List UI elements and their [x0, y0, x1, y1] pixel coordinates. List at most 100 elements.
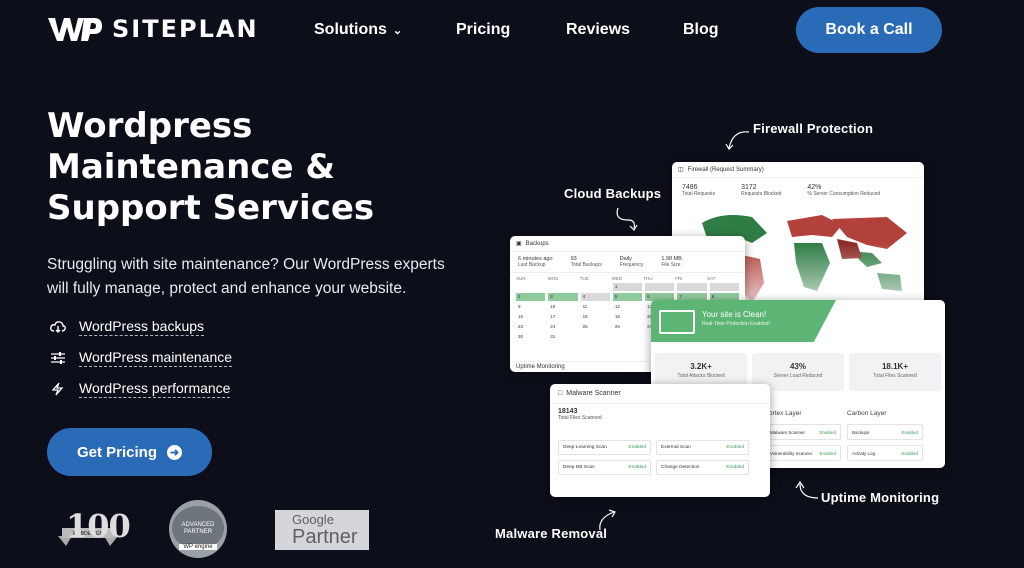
wpengine-partner-badge: ADVANCED PARTNER WP engine: [166, 500, 230, 558]
feature-backups: WordPress backups: [50, 318, 205, 336]
callout-firewall: Firewall Protection: [753, 121, 874, 136]
arrow-curve-icon: [599, 509, 616, 531]
calendar-day: 11: [582, 304, 588, 309]
stat-label: Requests Blocked: [741, 191, 782, 197]
calendar-day: [581, 333, 610, 341]
nav-blog[interactable]: Blog: [683, 21, 719, 39]
calendar-day: 24: [550, 324, 556, 329]
callout-malware: Malware Removal: [495, 526, 608, 541]
stat-value: 18.1K+: [881, 362, 909, 371]
scan-item-label: External Scan: [661, 445, 691, 450]
top-nav: SITEPLAN Solutions ⌄ Pricing Reviews Blo…: [0, 0, 1024, 60]
calendar-day: [613, 333, 642, 341]
shield-icon: ◫: [678, 167, 684, 173]
scan-item: External Scan Enabled: [656, 440, 749, 455]
lightning-icon: [51, 382, 64, 396]
calendar-day: [677, 283, 707, 291]
stat-label: Server Load Reduced: [773, 373, 823, 379]
layer-item: Backups Enabled: [847, 424, 923, 440]
chevron-down-icon: ⌄: [392, 24, 403, 37]
status-enabled: Enabled: [628, 465, 646, 470]
wp-logo-icon: [48, 18, 102, 41]
backups-stats: 6 minutes ago Last Backup 93 Total Backups…: [510, 252, 745, 273]
calendar-day: 30: [518, 334, 524, 339]
layer-item-label: Backups: [852, 430, 870, 435]
stat-label: % Server Consumption Reduced: [807, 191, 881, 197]
partner-line-2: PARTNER: [183, 529, 213, 535]
calendar-day: [581, 283, 610, 291]
arrow-curve-icon: [616, 207, 638, 231]
stat-value: 7486: [682, 184, 698, 191]
stat-label: Total Backups: [570, 262, 602, 268]
calendar-day: [645, 283, 675, 291]
status-enabled: Enabled: [819, 451, 836, 456]
feature-maintenance: WordPress maintenance: [50, 349, 233, 367]
malware-card-title: Malware Scanner: [566, 390, 621, 397]
brand-name: SITEPLAN: [112, 15, 259, 43]
scan-item: Deep DB Scan Enabled: [558, 460, 651, 475]
calendar-day: 31: [550, 334, 556, 339]
calendar-day: 10: [550, 304, 556, 309]
stat-label: Frequency: [619, 262, 644, 268]
calendar-day: 18: [582, 314, 588, 319]
layer-title: Vortex Layer: [765, 410, 802, 417]
day-label: SUN: [516, 276, 526, 281]
status-enabled: Enabled: [819, 430, 836, 435]
scan-icon: □: [558, 390, 563, 397]
calendar-day: [516, 283, 545, 291]
clean-subtitle: Real-Time Protection Enabled!: [702, 321, 770, 327]
calendar-day: 23: [518, 324, 524, 329]
partner-line-1: ADVANCED: [181, 522, 215, 528]
nav-solutions[interactable]: Solutions ⌄: [314, 21, 402, 39]
scan-item-label: Deep Learning Scan: [563, 445, 607, 450]
book-call-button[interactable]: Book a Call: [796, 7, 942, 53]
title-line-2: Maintenance &: [47, 147, 336, 187]
scan-item: Deep Learning Scan Enabled: [558, 440, 651, 455]
calendar-day: [709, 283, 739, 291]
hero-subtitle: Struggling with site maintenance? Our Wo…: [47, 256, 445, 297]
backups-card-title: Backups: [525, 240, 549, 247]
calendar-day: 19: [614, 314, 620, 319]
calendar-day: 3: [548, 293, 578, 301]
top100-badge: WEBDESIGN 100: [52, 506, 131, 552]
partner-line-3: WP engine: [179, 544, 217, 550]
stat-value: 42%: [807, 184, 822, 191]
layer-item-label: Activity Log: [852, 451, 876, 456]
day-label: FRI: [675, 276, 683, 281]
calendar-day: 5: [612, 293, 643, 301]
firewall-card-header: ◫ Firewall (Request Summary): [672, 162, 924, 178]
status-enabled: Enabled: [726, 445, 744, 450]
stat-value: 3172: [741, 184, 757, 191]
calendar-day: 1: [612, 283, 643, 291]
calendar-day: 4: [580, 293, 610, 301]
layer-item: Malware Scanner Enabled: [765, 424, 841, 440]
stat-label: Total Files Scanned: [873, 373, 917, 379]
layer-item: Activity Log Enabled: [847, 445, 923, 461]
arrow-right-icon: ➜: [167, 444, 183, 460]
get-pricing-button[interactable]: Get Pricing ➜: [47, 428, 212, 476]
backup-icon: ▣: [516, 241, 522, 247]
backups-card-header: ▣ Backups: [510, 236, 745, 252]
scan-item-label: Change Detection: [661, 465, 700, 470]
malware-card-header: □ Malware Scanner: [550, 384, 770, 404]
nav-reviews[interactable]: Reviews: [566, 21, 630, 39]
google-partner-badge: Google Partner: [275, 510, 369, 550]
stat-label: Total Requests: [682, 191, 716, 197]
cloud-download-icon: [50, 321, 66, 333]
firewall-stats: 7486 Total Requests 3172 Requests Blocked …: [672, 178, 924, 203]
malware-count-label: Total Files Scanned: [558, 415, 602, 421]
uptime-footer-label: Uptime Monitoring: [516, 364, 565, 370]
status-enabled: Enabled: [726, 465, 744, 470]
nav-pricing[interactable]: Pricing: [456, 21, 510, 39]
arrow-curve-icon: [795, 480, 819, 499]
calendar-day: 26: [614, 324, 620, 329]
layer-title: Carbon Layer: [847, 410, 887, 417]
scan-item-label: Deep DB Scan: [563, 465, 595, 470]
malware-count-value: 18143: [558, 408, 578, 415]
scan-item: Change Detection Enabled: [656, 460, 749, 475]
top100-number: 100: [66, 507, 131, 545]
calendar-row: 1: [516, 283, 739, 291]
brand-logo[interactable]: SITEPLAN: [46, 14, 259, 44]
day-label: MON: [547, 276, 559, 281]
feature-performance: WordPress performance: [50, 380, 231, 398]
